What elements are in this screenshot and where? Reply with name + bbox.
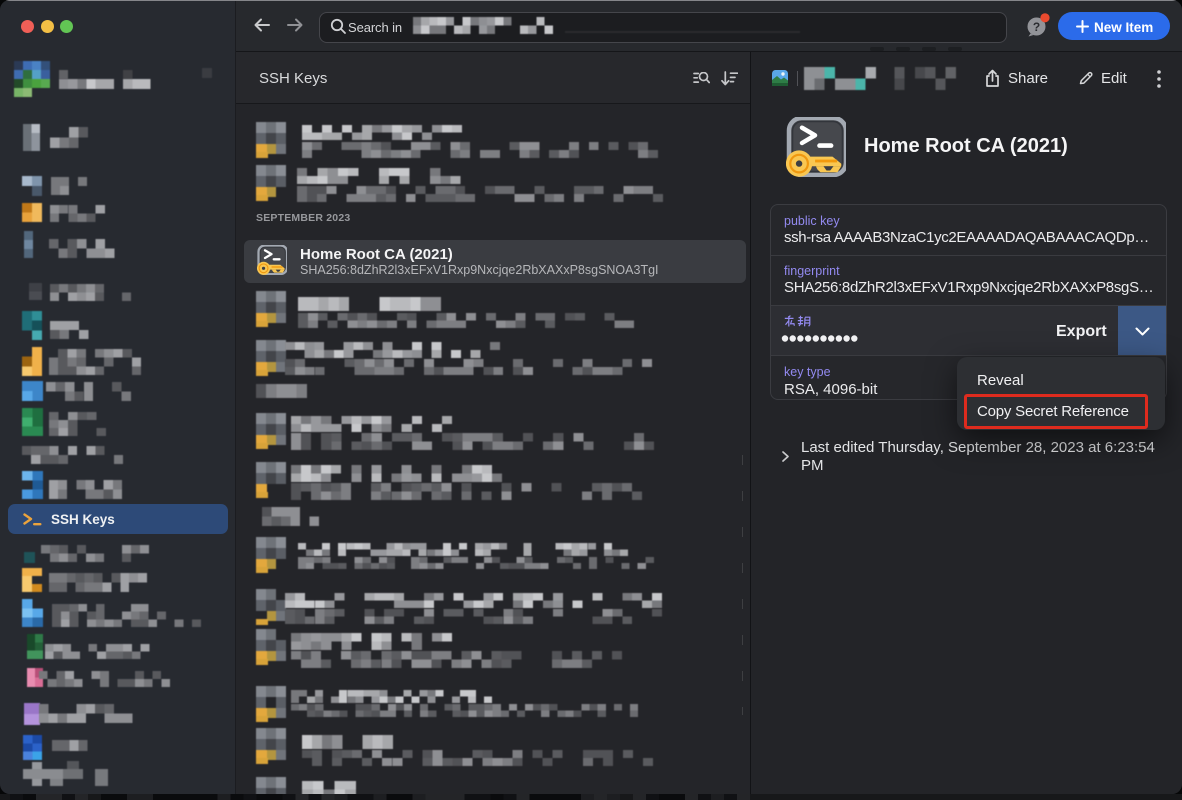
svg-text:?: ? <box>1033 20 1040 34</box>
